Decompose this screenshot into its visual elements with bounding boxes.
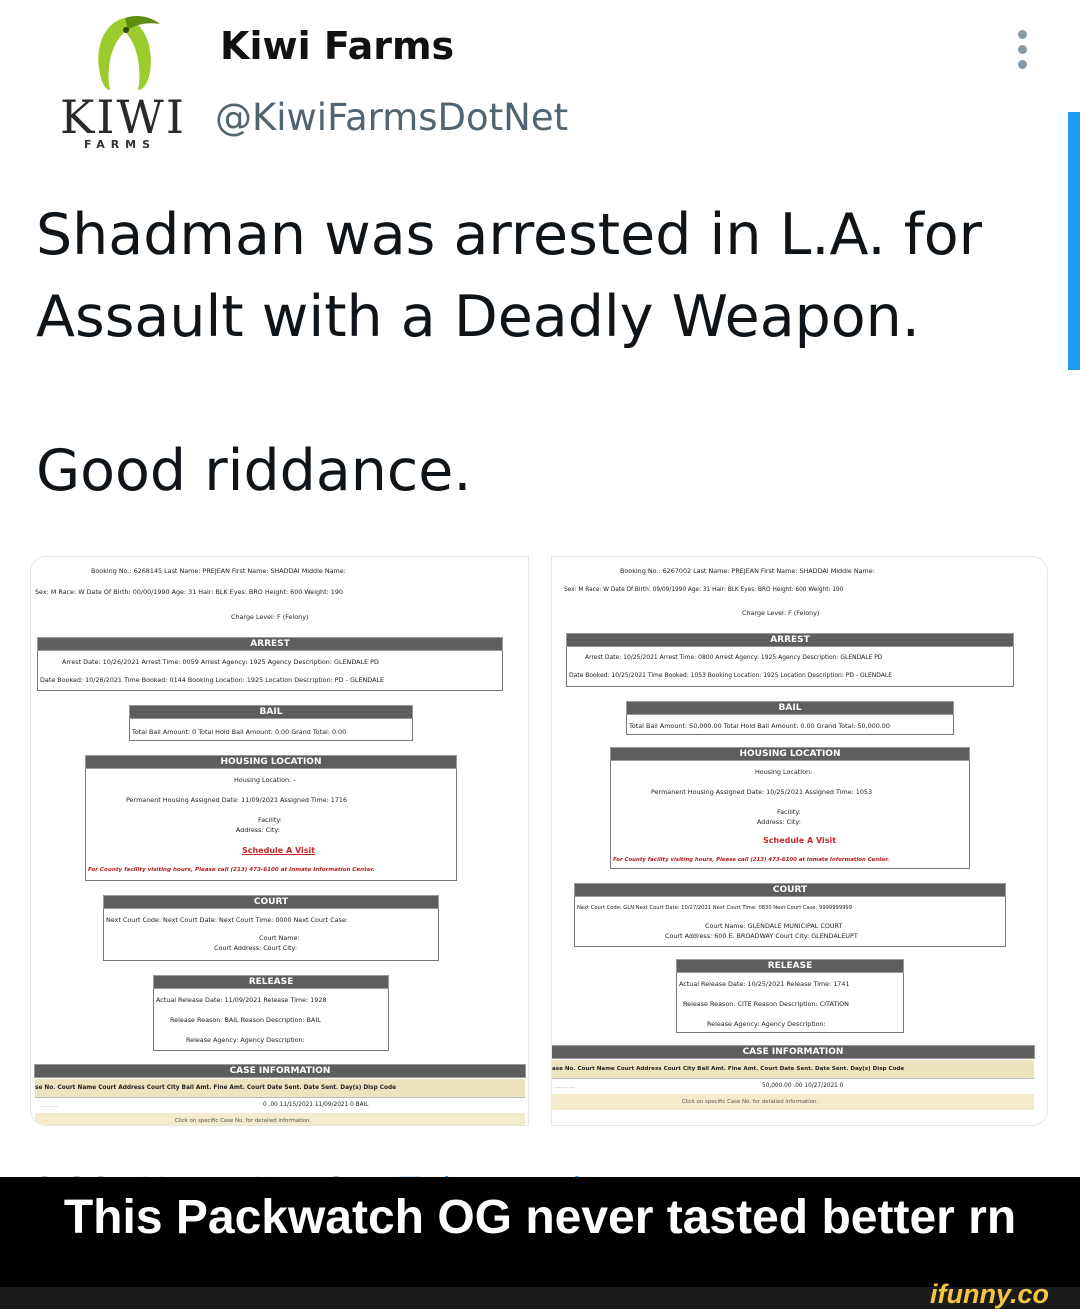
release-section: RELEASE Actual Release Date: 11/09/2021 …	[153, 975, 389, 1051]
case-info-header: CASE INFORMATION	[552, 1045, 1035, 1059]
housing-location: Housing Location:	[755, 768, 813, 776]
arrest-line: Arrest Date: 10/25/2021 Arrest Time: 080…	[585, 654, 883, 661]
footer-strip	[0, 1287, 1080, 1309]
bail-section: BAIL Total Bail Amount: 50,000.00 Total …	[626, 701, 954, 735]
scrollbar[interactable]	[1068, 112, 1080, 370]
tweet-image-left[interactable]: Booking No.: 6268145 Last Name: PREJEAN …	[30, 556, 529, 1126]
case-table-columns: se No. Court Name Court Address Court Ci…	[35, 1085, 397, 1091]
schedule-visit-link[interactable]: Schedule A Visit	[763, 836, 836, 846]
case-table-row[interactable]: ......... 0 .00 11/15/2021 11/09/2021 0 …	[35, 1098, 525, 1112]
case-row-values: 50,000.00 .00 10/27/2021 0	[762, 1083, 844, 1089]
release-header: RELEASE	[153, 975, 389, 989]
case-table-footer: Click on specific Case No. for detailed …	[552, 1094, 1034, 1110]
schedule-visit-link[interactable]: Schedule A Visit	[242, 846, 315, 856]
booking-header-line: Booking No.: 6268145 Last Name: PREJEAN …	[91, 567, 346, 575]
court-address: Court Address: 600 E. BROADWAY Court Cit…	[665, 932, 858, 940]
tweet-text-line: Assault with a Deadly Weapon.	[36, 284, 920, 350]
court-name: Court Name: GLENDALE MUNICIPAL COURT	[705, 922, 843, 930]
housing-section: HOUSING LOCATION Housing Location: Perma…	[610, 747, 970, 869]
logo-subword: FARMS	[83, 138, 157, 151]
court-header: COURT	[574, 883, 1006, 897]
kiwi-farms-logo[interactable]: KIWI FARMS	[60, 12, 190, 151]
case-info-header: CASE INFORMATION	[34, 1064, 526, 1078]
bail-header: BAIL	[626, 701, 954, 715]
meme-caption: This Packwatch OG never tasted better rn	[63, 1191, 1017, 1244]
arrest-section: ARREST Arrest Date: 10/26/2021 Arrest Ti…	[37, 637, 503, 691]
arrest-booked-line: Date Booked: 10/25/2021 Time Booked: 105…	[569, 672, 893, 679]
housing-address: Address: City:	[757, 818, 801, 826]
case-table-header: ase No. Court Name Court Address Court C…	[552, 1060, 1034, 1079]
case-table-footer: Click on specific Case No. for detailed …	[35, 1113, 525, 1125]
release-header: RELEASE	[676, 959, 904, 973]
charge-level: Charge Level: F (Felony)	[231, 613, 309, 621]
booking-details-line: Sex: M Race: W Date Of Birth: 00/00/1990…	[35, 588, 344, 596]
court-section: COURT Next Court Code: Next Court Date: …	[103, 895, 439, 961]
housing-facility: Facility:	[777, 808, 801, 816]
case-footer-note: Click on specific Case No. for detailed …	[682, 1099, 819, 1105]
court-header: COURT	[103, 895, 439, 909]
bail-line: Total Bail Amount: 0 Total Hold Bail Amo…	[132, 728, 347, 736]
release-reason-line: Release Reason: BAIL Reason Description:…	[170, 1016, 321, 1024]
kiwi-bird-logo-icon	[98, 16, 160, 90]
bail-line: Total Bail Amount: 50,000.00 Total Hold …	[629, 722, 890, 730]
arrest-header: ARREST	[37, 637, 503, 651]
charge-level: Charge Level: F (Felony)	[742, 609, 820, 617]
court-address: Court Address: Court City:	[214, 944, 298, 952]
case-number-link[interactable]: ..........	[554, 1082, 574, 1090]
arrest-section: ARREST Arrest Date: 10/25/2021 Arrest Ti…	[566, 633, 1014, 687]
housing-assigned: Permanent Housing Assigned Date: 11/09/2…	[126, 796, 348, 804]
court-name: Court Name:	[259, 934, 300, 942]
release-agency-line: Release Agency: Agency Description:	[186, 1036, 305, 1044]
more-options-icon[interactable]	[1010, 30, 1034, 70]
account-handle[interactable]: @KiwiFarmsDotNet	[215, 96, 568, 140]
bail-header: BAIL	[129, 705, 413, 719]
logo-wordmark: KIWI	[60, 90, 186, 144]
case-table-columns: ase No. Court Name Court Address Court C…	[552, 1066, 905, 1072]
visit-hours-note: For County facility visiting hours, Plea…	[88, 867, 375, 873]
tweet-text-line: Good riddance.	[36, 438, 472, 504]
release-section: RELEASE Actual Release Date: 10/25/2021 …	[676, 959, 904, 1033]
arrest-header: ARREST	[566, 633, 1014, 647]
booking-header-line: Booking No.: 6267002 Last Name: PREJEAN …	[620, 567, 875, 575]
case-row-values: 0 .00 11/15/2021 11/09/2021 0 BAIL	[263, 1102, 369, 1108]
release-agency-line: Release Agency: Agency Description:	[707, 1020, 826, 1028]
arrest-line: Arrest Date: 10/26/2021 Arrest Time: 005…	[62, 658, 379, 666]
case-table-row[interactable]: .......... 50,000.00 .00 10/27/2021 0	[552, 1079, 1034, 1093]
court-next-line: Next Court Code: Next Court Date: Next C…	[106, 916, 348, 924]
housing-section: HOUSING LOCATION Housing Location: - Per…	[85, 755, 457, 881]
release-date-line: Actual Release Date: 11/09/2021 Release …	[156, 996, 327, 1004]
housing-header: HOUSING LOCATION	[610, 747, 970, 761]
housing-location: Housing Location: -	[234, 776, 296, 784]
ifunny-watermark: ifunny.co	[930, 1279, 1049, 1309]
court-section: COURT Next Court Code: GLN Next Court Da…	[574, 883, 1006, 947]
tweet-text-line: Shadman was arrested in L.A. for	[36, 202, 983, 268]
arrest-booked-line: Date Booked: 10/26/2021 Time Booked: 014…	[40, 676, 385, 684]
court-next-line: Next Court Code: GLN Next Court Date: 10…	[577, 905, 853, 911]
case-footer-note: Click on specific Case No. for detailed …	[175, 1118, 312, 1124]
housing-address: Address: City:	[236, 826, 280, 834]
housing-assigned: Permanent Housing Assigned Date: 10/25/2…	[651, 788, 873, 796]
release-reason-line: Release Reason: CITE Reason Description:…	[683, 1000, 849, 1008]
case-number-link[interactable]: .........	[39, 1101, 57, 1109]
release-date-line: Actual Release Date: 10/25/2021 Release …	[679, 980, 850, 988]
bail-section: BAIL Total Bail Amount: 0 Total Hold Bai…	[129, 705, 413, 741]
case-table-header: se No. Court Name Court Address Court Ci…	[35, 1079, 525, 1098]
display-name[interactable]: Kiwi Farms	[220, 24, 454, 68]
housing-header: HOUSING LOCATION	[85, 755, 457, 769]
tweet-image-right[interactable]: Booking No.: 6267002 Last Name: PREJEAN …	[551, 556, 1048, 1126]
booking-details-line: Sex: M Race: W Date Of Birth: 09/09/1990…	[564, 587, 844, 593]
housing-facility: Facility:	[258, 816, 282, 824]
visit-hours-note: For County facility visiting hours, Plea…	[613, 857, 890, 863]
